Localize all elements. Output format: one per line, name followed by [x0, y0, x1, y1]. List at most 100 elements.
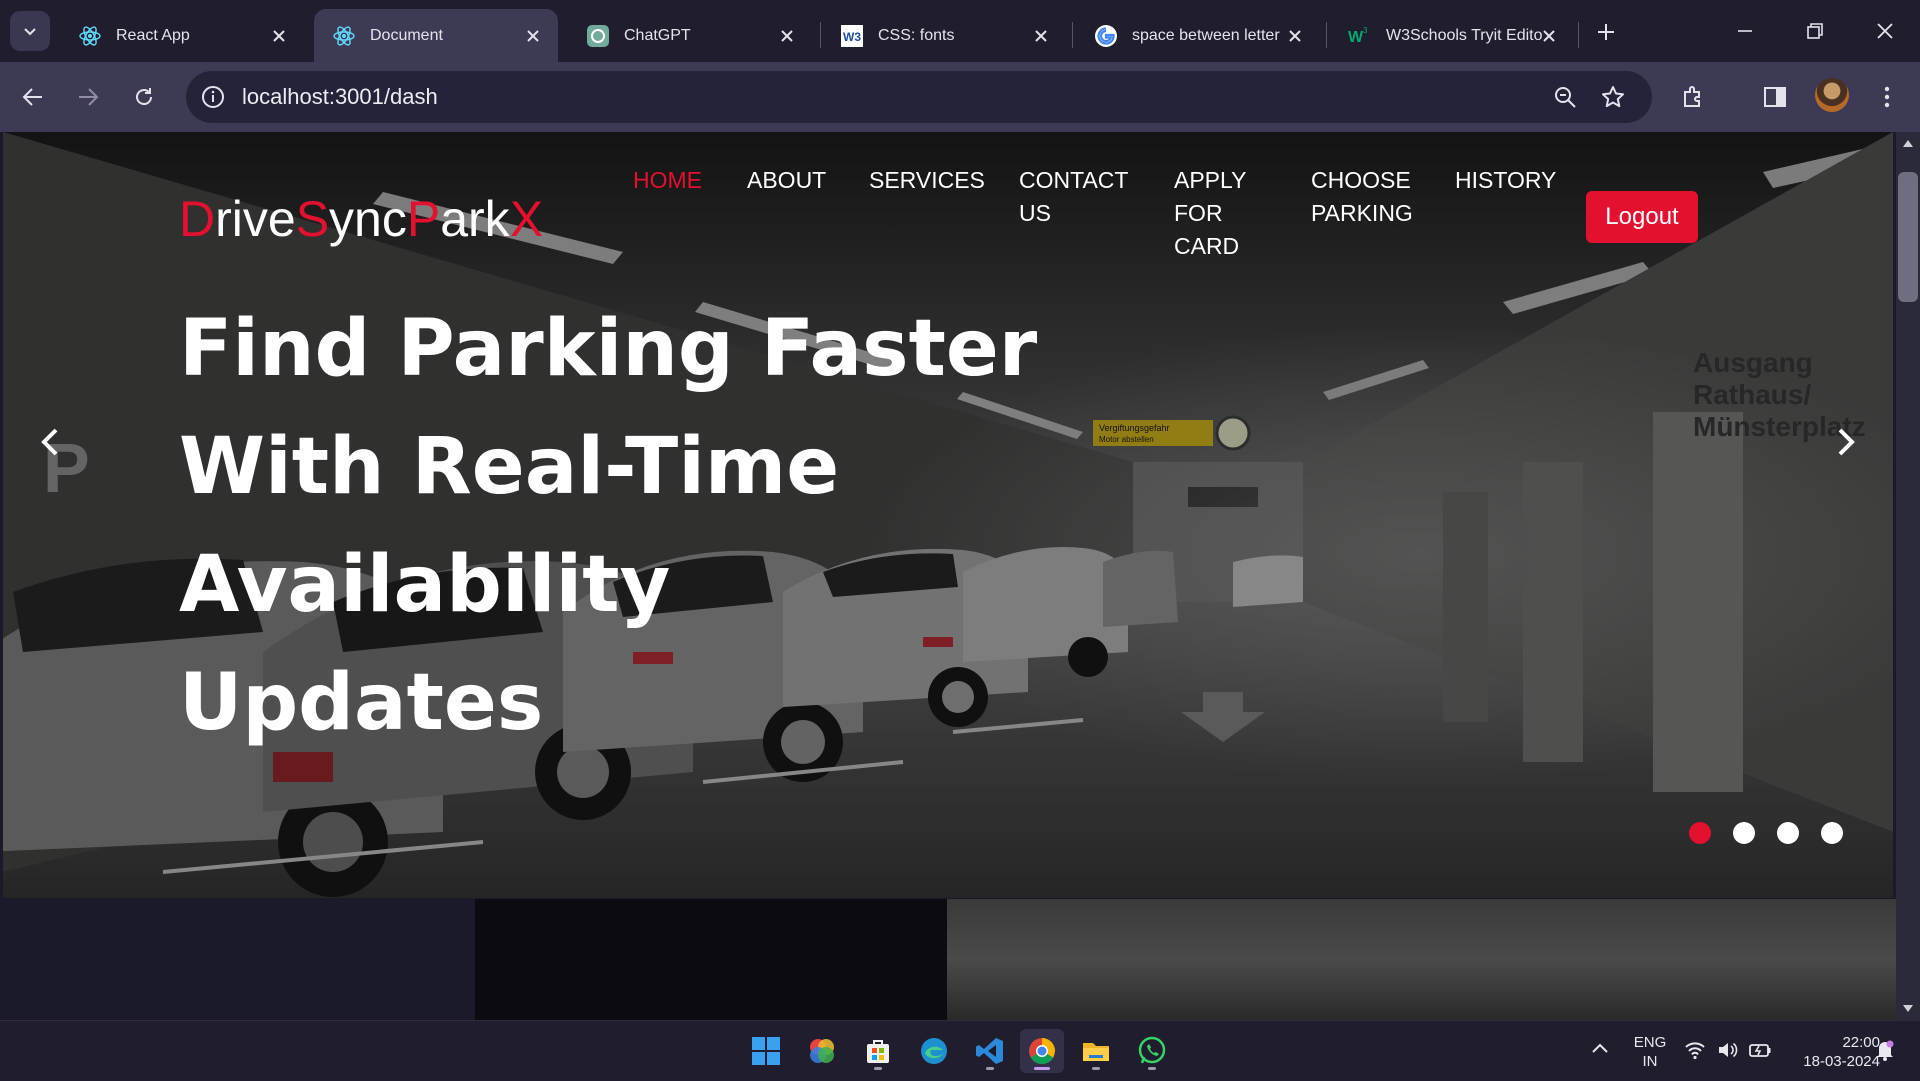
tab-document[interactable]: Document: [314, 9, 558, 62]
side-panel-icon: [1764, 87, 1786, 107]
running-indicator: [1092, 1067, 1100, 1070]
logo-letter: X: [509, 191, 544, 247]
region-code: IN: [1642, 1053, 1658, 1070]
taskbar-edge[interactable]: [912, 1029, 956, 1073]
section-panel-image: [947, 899, 1896, 1020]
windows-start-button[interactable]: [744, 1029, 788, 1073]
nav-history[interactable]: HISTORY: [1455, 164, 1556, 197]
close-icon[interactable]: [776, 25, 798, 47]
react-icon: [332, 24, 356, 48]
edge-icon: [921, 1038, 947, 1064]
logo-text: rive: [215, 191, 296, 247]
hero-line: Updates: [179, 658, 544, 748]
nav-label: FOR: [1174, 200, 1223, 226]
side-panel-button[interactable]: [1756, 78, 1794, 116]
close-icon[interactable]: [1030, 25, 1052, 47]
nav-services[interactable]: SERVICES: [869, 164, 985, 197]
vscode-icon: [976, 1038, 1003, 1064]
nav-home[interactable]: HOME: [633, 164, 702, 197]
scroll-up-icon[interactable]: [1902, 138, 1914, 148]
hero-headline: Find Parking Faster With Real-Time Avail…: [179, 290, 1079, 762]
hero-carousel: Vergiftungsgefahr Motor abstellen Ausgan…: [3, 132, 1893, 898]
taskbar-color-app[interactable]: [800, 1029, 844, 1073]
profile-avatar[interactable]: [1815, 78, 1849, 112]
logo-letter: P: [406, 191, 441, 247]
chevron-left-icon: [41, 428, 58, 456]
windows-logo-icon: [752, 1037, 780, 1065]
taskbar-vscode[interactable]: [968, 1029, 1012, 1073]
scrollbar-thumb[interactable]: [1898, 172, 1918, 302]
nav-about[interactable]: ABOUT: [747, 164, 826, 197]
browser-tabstrip: React App Document ChatGPT W3 CSS: fonts…: [0, 0, 1920, 62]
address-bar[interactable]: localhost:3001/dash: [186, 71, 1652, 123]
taskbar-microsoft-store[interactable]: [856, 1029, 900, 1073]
clock-date: 18-03-2024: [1803, 1053, 1880, 1070]
folder-icon: [1083, 1043, 1109, 1061]
carousel-prev-button[interactable]: [30, 422, 70, 462]
tab-separator: [1072, 22, 1073, 48]
new-tab-button[interactable]: [1590, 16, 1622, 48]
scroll-down-icon[interactable]: [1902, 1004, 1914, 1014]
close-icon[interactable]: [268, 25, 290, 47]
close-icon[interactable]: [1538, 25, 1560, 47]
nav-apply-for-card[interactable]: APPLY FOR CARD: [1174, 164, 1246, 263]
carousel-dot-1[interactable]: [1689, 822, 1711, 844]
minimize-icon: [1738, 30, 1752, 32]
browser-toolbar: localhost:3001/dash: [0, 62, 1920, 132]
chevron-down-icon: [24, 28, 36, 36]
logo-letter: S: [295, 191, 330, 247]
forward-button[interactable]: [69, 78, 107, 116]
tab-title: space between letter: [1132, 26, 1280, 44]
url-text[interactable]: localhost:3001/dash: [242, 84, 438, 110]
browser-menu-button[interactable]: [1868, 78, 1906, 116]
notifications-button[interactable]: [1875, 1039, 1899, 1063]
nav-choose-parking[interactable]: CHOOSE PARKING: [1311, 164, 1413, 230]
clock[interactable]: 22:00 18-03-2024: [1780, 1033, 1880, 1071]
reload-button[interactable]: [125, 78, 163, 116]
tray-overflow-button[interactable]: [1590, 1039, 1614, 1063]
taskbar-chrome[interactable]: [1020, 1029, 1064, 1073]
close-icon[interactable]: [522, 25, 544, 47]
carousel-dot-2[interactable]: [1733, 822, 1755, 844]
puzzle-icon: [1684, 86, 1700, 107]
running-indicator: [1148, 1067, 1156, 1070]
carousel-dot-3[interactable]: [1777, 822, 1799, 844]
back-button[interactable]: [14, 78, 52, 116]
tab-title: W3Schools Tryit Edito: [1386, 26, 1543, 44]
tab-react-app[interactable]: React App: [60, 9, 304, 62]
tab-separator: [820, 22, 821, 48]
store-icon: [867, 1040, 889, 1063]
more-vertical-icon: [1884, 86, 1890, 108]
tab-css-fonts[interactable]: W3 CSS: fonts: [822, 9, 1066, 62]
system-tray-status[interactable]: [1684, 1039, 1772, 1061]
bookmark-star-icon[interactable]: [1598, 82, 1628, 112]
hero-line: Find Parking Faster: [179, 304, 1038, 394]
taskbar-file-explorer[interactable]: [1074, 1029, 1118, 1073]
section-panel-middle: [475, 899, 947, 1020]
restore-button[interactable]: [1790, 12, 1840, 50]
tab-w3schools-tryit[interactable]: W3 W3Schools Tryit Edito: [1330, 9, 1574, 62]
carousel-next-button[interactable]: [1826, 422, 1866, 462]
extensions-button[interactable]: [1675, 78, 1713, 116]
battery-icon: [1749, 1044, 1771, 1057]
restore-icon: [1807, 23, 1823, 39]
minimize-button[interactable]: [1720, 12, 1770, 50]
arrow-right-icon: [79, 88, 99, 106]
logout-button[interactable]: Logout: [1586, 191, 1698, 243]
tab-google-search[interactable]: space between letter: [1076, 9, 1320, 62]
tab-chatgpt[interactable]: ChatGPT: [568, 9, 812, 62]
carousel-dot-4[interactable]: [1821, 822, 1843, 844]
site-logo[interactable]: DriveSyncParkX: [179, 190, 543, 248]
hero-line: With Real-Time: [179, 422, 840, 512]
nav-label: CONTACT: [1019, 167, 1129, 193]
chevron-right-icon: [1838, 428, 1855, 456]
close-window-button[interactable]: [1860, 12, 1910, 50]
zoom-icon[interactable]: [1550, 82, 1580, 112]
close-icon[interactable]: [1284, 25, 1306, 47]
tab-search-button[interactable]: [10, 11, 50, 51]
taskbar-whatsapp[interactable]: [1130, 1029, 1174, 1073]
nav-contact-us[interactable]: CONTACT US: [1019, 164, 1128, 230]
windows-taskbar: ENG IN 22:00 18-03-2024: [0, 1020, 1920, 1081]
site-info-icon[interactable]: [198, 82, 228, 112]
language-indicator[interactable]: ENG IN: [1630, 1033, 1670, 1071]
